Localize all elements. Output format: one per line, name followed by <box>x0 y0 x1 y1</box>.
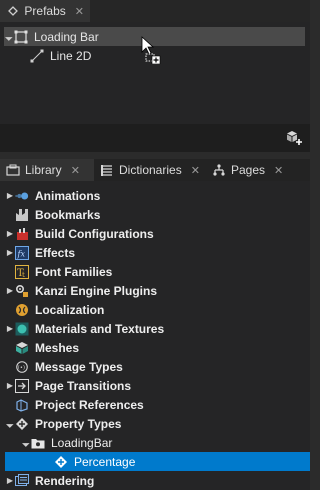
tab-prefabs-label: Prefabs <box>24 4 66 18</box>
svg-text:(•): (•) <box>18 365 25 371</box>
library-item-rendering[interactable]: ▶ Rendering <box>5 471 310 490</box>
create-prefab-icon[interactable] <box>286 130 302 149</box>
close-icon[interactable]: ✕ <box>71 164 80 177</box>
library-item-label: Percentage <box>74 454 136 469</box>
prefab-item-label: Loading Bar <box>34 29 99 44</box>
expand-arrow-icon[interactable]: ▶ <box>5 191 15 200</box>
node2d-icon <box>14 30 28 44</box>
tab-prefabs[interactable]: Prefabs ✕ <box>0 0 90 22</box>
library-item-label: Localization <box>35 302 105 317</box>
prefabs-footer <box>0 124 310 152</box>
font-families-icon: Tt <box>15 264 29 279</box>
line2d-icon <box>30 49 44 63</box>
library-icon <box>6 163 20 177</box>
expand-arrow-icon[interactable]: ▶ <box>5 229 15 238</box>
library-item-message-types[interactable]: (•) Message Types <box>15 357 310 376</box>
library-item-effects[interactable]: ▶ fx Effects <box>5 243 310 262</box>
folder-icon <box>31 436 45 450</box>
expand-arrow-icon[interactable]: ▶ <box>5 286 15 295</box>
library-item-project-references[interactable]: Project References <box>15 395 310 414</box>
library-item-label: Page Transitions <box>35 378 132 393</box>
library-item-label: Animations <box>35 188 101 203</box>
library-item-label: Font Families <box>35 264 113 279</box>
page-transitions-icon <box>15 378 29 393</box>
expand-arrow-icon[interactable]: ▶ <box>5 248 15 257</box>
animations-icon <box>15 189 29 203</box>
prefabs-tab-icon <box>6 4 19 18</box>
library-item-label: Rendering <box>35 473 95 488</box>
library-item-label: Message Types <box>35 359 123 374</box>
tab-library-label: Library <box>25 163 62 177</box>
pages-icon <box>212 163 226 177</box>
library-item-label: LoadingBar <box>51 435 113 450</box>
bookmarks-icon <box>15 208 29 222</box>
tab-library[interactable]: Library ✕ <box>0 159 94 181</box>
tab-pages-label: Pages <box>231 163 266 177</box>
tab-pages[interactable]: Pages ✕ <box>206 159 288 181</box>
prefabs-pane: ◢ Loading Bar Line 2D <box>0 22 310 152</box>
library-item-font-families[interactable]: Tt Font Families <box>15 262 310 281</box>
library-item-build-configurations[interactable]: ▶ Build Configurations <box>5 224 310 243</box>
tab-dictionaries-label: Dictionaries <box>119 163 182 177</box>
library-item-label: Project References <box>35 397 144 412</box>
library-item-label: Effects <box>35 245 76 260</box>
library-tabbar: Library ✕ Dictionaries ✕ Pages ✕ <box>0 159 310 181</box>
effects-icon: fx <box>15 245 29 260</box>
rendering-icon <box>15 473 29 488</box>
tab-dictionaries[interactable]: Dictionaries ✕ <box>94 159 206 181</box>
plugins-icon <box>15 284 29 298</box>
prefab-item-label: Line 2D <box>50 48 92 63</box>
expand-arrow-icon[interactable]: ▶ <box>5 324 15 333</box>
library-item-label: Kanzi Engine Plugins <box>35 283 158 298</box>
library-item-animations[interactable]: ▶ Animations <box>5 186 310 205</box>
meshes-icon <box>15 341 29 355</box>
library-item-label: Build Configurations <box>35 226 154 241</box>
library-item-label: Meshes <box>35 340 80 355</box>
svg-text:fx: fx <box>17 249 26 258</box>
close-icon[interactable]: ✕ <box>75 5 84 18</box>
prefab-item-line-2d[interactable]: Line 2D <box>30 46 310 65</box>
library-item-label: Materials and Textures <box>35 321 165 336</box>
library-item-materials-and-textures[interactable]: ▶ Materials and Textures <box>5 319 310 338</box>
library-item-label: Property Types <box>35 416 122 431</box>
library-item-page-transitions[interactable]: ▶ Page Transitions <box>5 376 310 395</box>
library-item-label: Bookmarks <box>35 207 101 222</box>
expand-arrow-icon[interactable]: ▶ <box>5 476 15 485</box>
library-item-bookmarks[interactable]: Bookmarks <box>15 205 310 224</box>
drag-cursor-icon <box>140 36 164 65</box>
dictionaries-icon <box>100 163 114 177</box>
svg-text:t: t <box>22 271 25 279</box>
library-item-kanzi-engine-plugins[interactable]: ▶ Kanzi Engine Plugins <box>5 281 310 300</box>
build-configurations-icon <box>15 227 29 241</box>
library-item-meshes[interactable]: Meshes <box>15 338 310 357</box>
property-icon <box>54 455 68 469</box>
materials-icon <box>15 322 29 336</box>
localization-icon <box>15 303 29 317</box>
expand-arrow-icon[interactable]: ▶ <box>5 381 15 390</box>
close-icon[interactable]: ✕ <box>274 164 283 177</box>
prefabs-tabbar: Prefabs ✕ <box>0 0 310 22</box>
library-pane: ▶ Animations Bookmarks ▶ Build Configura… <box>0 181 310 490</box>
project-references-icon <box>15 398 29 412</box>
library-item-loadingbar[interactable]: ◢ LoadingBar <box>21 433 310 452</box>
property-types-icon <box>15 417 29 431</box>
library-item-property-types[interactable]: ◢ Property Types <box>5 414 310 433</box>
library-item-percentage[interactable]: Percentage <box>5 452 310 471</box>
close-icon[interactable]: ✕ <box>191 164 200 177</box>
message-types-icon: (•) <box>15 360 29 374</box>
library-item-localization[interactable]: Localization <box>15 300 310 319</box>
